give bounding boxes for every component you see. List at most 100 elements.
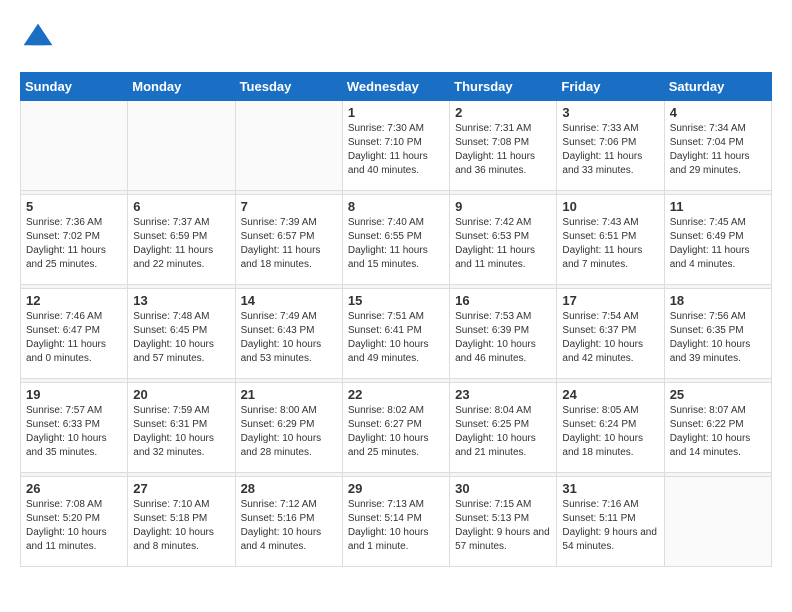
day-info: Sunrise: 7:37 AM Sunset: 6:59 PM Dayligh… [133, 216, 229, 272]
day-info: Sunrise: 8:00 AM Sunset: 6:29 PM Dayligh… [241, 404, 337, 460]
cell-week1-day6: 4Sunrise: 7:34 AM Sunset: 7:04 PM Daylig… [664, 101, 771, 191]
day-number: 23 [455, 387, 551, 402]
cell-week1-day4: 2 Sunrise: 7:31 AM Sunset: 7:08 PM Daylig… [450, 101, 557, 191]
day-number: 31 [562, 481, 658, 496]
cell-week5-day5: 31 Sunrise: 7:16 AM Sunset: 5:11 PM Dayli… [557, 477, 664, 567]
week-row-2: 5 Sunrise: 7:36 AM Sunset: 7:02 PM Daylig… [21, 195, 772, 285]
logo-icon [20, 20, 56, 56]
day-number: 21 [241, 387, 337, 402]
day-info: Sunrise: 7:31 AM Sunset: 7:08 PM Dayligh… [455, 122, 551, 178]
cell-week2-day3: 8Sunrise: 7:40 AM Sunset: 6:55 PM Daylig… [342, 195, 449, 285]
cell-week4-day1: 20Sunrise: 7:59 AM Sunset: 6:31 PM Dayli… [128, 383, 235, 473]
cell-week4-day3: 22 Sunrise: 8:02 AM Sunset: 6:27 PM Dayli… [342, 383, 449, 473]
header-thursday: Thursday [450, 73, 557, 101]
day-number: 26 [26, 481, 122, 496]
cell-week3-day3: 15 Sunrise: 7:51 AM Sunset: 6:41 PM Dayli… [342, 289, 449, 379]
day-number: 16 [455, 293, 551, 308]
cell-week5-day1: 27 Sunrise: 7:10 AM Sunset: 5:18 PM Dayli… [128, 477, 235, 567]
cell-week1-day5: 3Sunrise: 7:33 AM Sunset: 7:06 PM Daylig… [557, 101, 664, 191]
day-info: Sunrise: 7:46 AM Sunset: 6:47 PM Dayligh… [26, 310, 122, 366]
day-number: 8 [348, 199, 444, 214]
day-info: Sunrise: 7:48 AM Sunset: 6:45 PM Dayligh… [133, 310, 229, 366]
day-number: 2 [455, 105, 551, 120]
weekday-header-row: SundayMondayTuesdayWednesdayThursdayFrid… [21, 73, 772, 101]
cell-week1-day1 [128, 101, 235, 191]
cell-week3-day6: 18 Sunrise: 7:56 AM Sunset: 6:35 PM Dayli… [664, 289, 771, 379]
week-row-3: 12Sunrise: 7:46 AM Sunset: 6:47 PM Dayli… [21, 289, 772, 379]
day-number: 19 [26, 387, 122, 402]
day-number: 4 [670, 105, 766, 120]
cell-week1-day2 [235, 101, 342, 191]
day-info: Sunrise: 7:36 AM Sunset: 7:02 PM Dayligh… [26, 216, 122, 272]
day-info: Sunrise: 7:49 AM Sunset: 6:43 PM Dayligh… [241, 310, 337, 366]
day-info: Sunrise: 7:08 AM Sunset: 5:20 PM Dayligh… [26, 498, 122, 554]
cell-week1-day3: 1 Sunrise: 7:30 AM Sunset: 7:10 PM Daylig… [342, 101, 449, 191]
header-saturday: Saturday [664, 73, 771, 101]
day-number: 6 [133, 199, 229, 214]
day-number: 27 [133, 481, 229, 496]
header-wednesday: Wednesday [342, 73, 449, 101]
day-info: Sunrise: 7:10 AM Sunset: 5:18 PM Dayligh… [133, 498, 229, 554]
week-row-1: 1 Sunrise: 7:30 AM Sunset: 7:10 PM Daylig… [21, 101, 772, 191]
day-info: Sunrise: 7:12 AM Sunset: 5:16 PM Dayligh… [241, 498, 337, 554]
week-row-5: 26 Sunrise: 7:08 AM Sunset: 5:20 PM Dayli… [21, 477, 772, 567]
cell-week2-day1: 6 Sunrise: 7:37 AM Sunset: 6:59 PM Daylig… [128, 195, 235, 285]
cell-week2-day4: 9Sunrise: 7:42 AM Sunset: 6:53 PM Daylig… [450, 195, 557, 285]
day-number: 28 [241, 481, 337, 496]
cell-week3-day4: 16 Sunrise: 7:53 AM Sunset: 6:39 PM Dayli… [450, 289, 557, 379]
cell-week2-day6: 11Sunrise: 7:45 AM Sunset: 6:49 PM Dayli… [664, 195, 771, 285]
cell-week5-day3: 29 Sunrise: 7:13 AM Sunset: 5:14 PM Dayli… [342, 477, 449, 567]
day-number: 10 [562, 199, 658, 214]
cell-week4-day5: 24 Sunrise: 8:05 AM Sunset: 6:24 PM Dayli… [557, 383, 664, 473]
day-info: Sunrise: 7:42 AM Sunset: 6:53 PM Dayligh… [455, 216, 551, 272]
cell-week1-day0 [21, 101, 128, 191]
day-number: 24 [562, 387, 658, 402]
cell-week5-day2: 28 Sunrise: 7:12 AM Sunset: 5:16 PM Dayli… [235, 477, 342, 567]
day-number: 5 [26, 199, 122, 214]
week-row-4: 19 Sunrise: 7:57 AM Sunset: 6:33 PM Dayli… [21, 383, 772, 473]
day-info: Sunrise: 7:54 AM Sunset: 6:37 PM Dayligh… [562, 310, 658, 366]
cell-week3-day2: 14 Sunrise: 7:49 AM Sunset: 6:43 PM Dayli… [235, 289, 342, 379]
cell-week3-day5: 17 Sunrise: 7:54 AM Sunset: 6:37 PM Dayli… [557, 289, 664, 379]
day-info: Sunrise: 8:07 AM Sunset: 6:22 PM Dayligh… [670, 404, 766, 460]
day-number: 14 [241, 293, 337, 308]
day-number: 20 [133, 387, 229, 402]
cell-week3-day1: 13Sunrise: 7:48 AM Sunset: 6:45 PM Dayli… [128, 289, 235, 379]
day-number: 22 [348, 387, 444, 402]
cell-week5-day0: 26 Sunrise: 7:08 AM Sunset: 5:20 PM Dayli… [21, 477, 128, 567]
calendar-table: SundayMondayTuesdayWednesdayThursdayFrid… [20, 72, 772, 567]
header-friday: Friday [557, 73, 664, 101]
day-info: Sunrise: 7:56 AM Sunset: 6:35 PM Dayligh… [670, 310, 766, 366]
day-info: Sunrise: 7:16 AM Sunset: 5:11 PM Dayligh… [562, 498, 658, 554]
cell-week2-day2: 7 Sunrise: 7:39 AM Sunset: 6:57 PM Daylig… [235, 195, 342, 285]
cell-week4-day0: 19 Sunrise: 7:57 AM Sunset: 6:33 PM Dayli… [21, 383, 128, 473]
day-number: 30 [455, 481, 551, 496]
day-number: 29 [348, 481, 444, 496]
day-info: Sunrise: 8:05 AM Sunset: 6:24 PM Dayligh… [562, 404, 658, 460]
day-info: Sunrise: 8:02 AM Sunset: 6:27 PM Dayligh… [348, 404, 444, 460]
day-number: 25 [670, 387, 766, 402]
day-info: Sunrise: 7:53 AM Sunset: 6:39 PM Dayligh… [455, 310, 551, 366]
day-number: 15 [348, 293, 444, 308]
day-info: Sunrise: 7:30 AM Sunset: 7:10 PM Dayligh… [348, 122, 444, 178]
day-number: 7 [241, 199, 337, 214]
cell-week4-day4: 23Sunrise: 8:04 AM Sunset: 6:25 PM Dayli… [450, 383, 557, 473]
day-number: 3 [562, 105, 658, 120]
day-number: 18 [670, 293, 766, 308]
day-info: Sunrise: 7:15 AM Sunset: 5:13 PM Dayligh… [455, 498, 551, 554]
cell-week4-day2: 21 Sunrise: 8:00 AM Sunset: 6:29 PM Dayli… [235, 383, 342, 473]
cell-week5-day4: 30 Sunrise: 7:15 AM Sunset: 5:13 PM Dayli… [450, 477, 557, 567]
day-info: Sunrise: 7:13 AM Sunset: 5:14 PM Dayligh… [348, 498, 444, 554]
header-monday: Monday [128, 73, 235, 101]
day-number: 17 [562, 293, 658, 308]
cell-week2-day5: 10Sunrise: 7:43 AM Sunset: 6:51 PM Dayli… [557, 195, 664, 285]
cell-week2-day0: 5 Sunrise: 7:36 AM Sunset: 7:02 PM Daylig… [21, 195, 128, 285]
day-info: Sunrise: 7:51 AM Sunset: 6:41 PM Dayligh… [348, 310, 444, 366]
day-number: 1 [348, 105, 444, 120]
cell-week3-day0: 12Sunrise: 7:46 AM Sunset: 6:47 PM Dayli… [21, 289, 128, 379]
cell-week5-day6 [664, 477, 771, 567]
header-sunday: Sunday [21, 73, 128, 101]
day-number: 11 [670, 199, 766, 214]
day-info: Sunrise: 7:39 AM Sunset: 6:57 PM Dayligh… [241, 216, 337, 272]
day-info: Sunrise: 7:57 AM Sunset: 6:33 PM Dayligh… [26, 404, 122, 460]
